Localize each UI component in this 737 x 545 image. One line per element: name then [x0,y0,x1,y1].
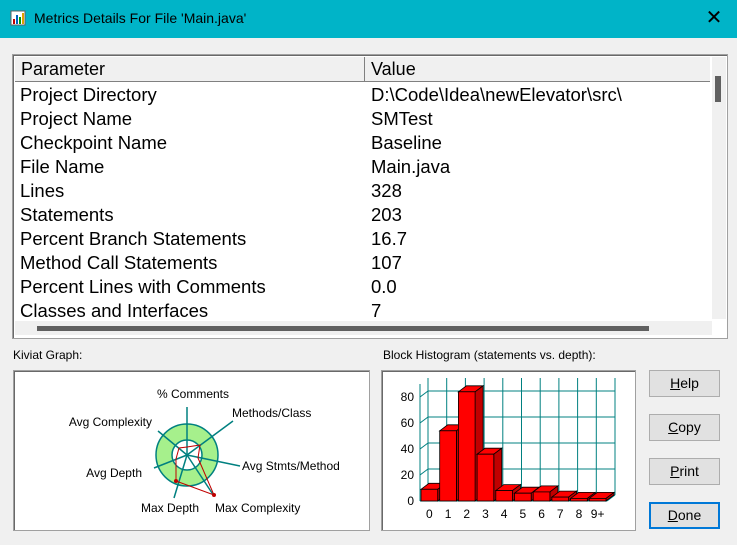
histogram-y-tick-label: 20 [401,468,415,482]
table-row[interactable]: Method Call Statements 107 [15,251,710,275]
table-row[interactable]: Percent Branch Statements 16.7 [15,227,710,251]
kiviat-axis-label: Avg Complexity [69,415,152,429]
horizontal-scroll-thumb[interactable] [37,326,649,331]
horizontal-scrollbar[interactable] [15,321,712,335]
histogram-y-tick-label: 40 [401,442,415,456]
histogram-bar [439,430,457,502]
histogram-x-tick-label: 9+ [591,507,605,521]
histogram-gridline [419,468,429,476]
table-header: Parameter Value [15,57,710,82]
row-value: D:\Code\Idea\newElevator\src\ [371,84,622,105]
histogram-x-tick-label: 8 [576,507,583,521]
histogram-bar [420,488,439,502]
histogram-x-tick-label: 7 [557,507,564,521]
histogram-bar [588,498,607,502]
row-parameter: Classes and Interfaces [20,300,209,321]
row-parameter: Percent Branch Statements [20,228,247,249]
histogram-x-tick-label: 4 [501,507,508,521]
histogram-y-tick-label: 60 [401,416,415,430]
table-row[interactable]: Lines 328 [15,179,710,203]
row-value: 7 [371,300,382,321]
row-value: 16.7 [371,228,408,249]
block-histogram-chart: 0204060800 1 2 3 4 5 6 7 8 9+ [401,378,616,521]
close-icon[interactable]: ✕ [691,0,737,38]
histogram-gridline [419,390,429,398]
histogram-x-tick-label: 0 [426,507,433,521]
row-parameter: Method Call Statements [20,252,218,273]
kiviat-axis-label: Max Depth [141,501,199,515]
vertical-scrollbar[interactable] [712,57,726,319]
metrics-table: Parameter Value Project Directory D:\Code… [12,54,728,339]
row-value: 107 [371,252,402,273]
table-row[interactable]: Checkpoint Name Baseline [15,131,710,155]
histogram-bar [458,391,476,502]
title-bar: Metrics Details For File 'Main.java' ✕ [0,0,737,38]
row-value: 203 [371,204,402,225]
row-parameter: Project Name [20,108,133,129]
window-title: Metrics Details For File 'Main.java' [34,10,247,26]
row-value: SMTest [371,108,433,129]
table-row[interactable]: Project Name SMTest [15,107,710,131]
vertical-scroll-thumb[interactable] [715,76,721,102]
histogram-label: Block Histogram (statements vs. depth): [383,348,596,362]
kiviat-axis-label: Avg Depth [86,466,142,480]
histogram-x-tick-label: 1 [445,507,452,521]
histogram-x-tick-label: 3 [482,507,489,521]
row-parameter: Statements [20,204,114,225]
table-row[interactable]: Percent Lines with Comments 0.0 [15,275,710,299]
histogram-bar [495,490,513,502]
table-row[interactable]: File Name Main.java [15,155,710,179]
done-button[interactable]: Done [649,502,720,529]
row-parameter: Lines [20,180,65,201]
row-value: Baseline [371,132,442,153]
kiviat-graph: % Comments Methods/Class Avg Stmts/Metho… [69,387,340,515]
kiviat-axis-label: Max Complexity [215,501,300,515]
histogram-y-tick-label: 0 [407,494,414,508]
histogram-bar [570,498,588,502]
row-parameter: Percent Lines with Comments [20,276,266,297]
kiviat-axis-label: % Comments [157,387,229,401]
metrics-app-icon [10,10,26,26]
column-header-parameter[interactable]: Parameter [15,57,365,81]
histogram-bar [476,453,495,502]
kiviat-axis-label: Methods/Class [232,406,311,420]
histogram-x-tick-label: 2 [463,507,470,521]
help-button[interactable]: Help [649,370,720,397]
table-row[interactable]: Classes and Interfaces 7 [15,299,710,323]
row-value: Main.java [371,156,451,177]
row-value: 0.0 [371,276,397,297]
histogram-panel: 0 20 40 60 80 0 1 2 3 4 5 6 7 8 9+ [381,370,636,531]
histogram-x-tick-label: 6 [538,507,545,521]
histogram-bar [551,496,569,502]
column-header-value[interactable]: Value [365,57,710,81]
kiviat-graph-label: Kiviat Graph: [13,348,83,362]
kiviat-graph-panel: % Comments Methods/Class Avg Stmts/Metho… [13,370,370,531]
row-parameter: Checkpoint Name [20,132,168,153]
histogram-bar [532,491,551,502]
table-row[interactable]: Project Directory D:\Code\Idea\newElevato… [15,83,710,107]
kiviat-axis-label: Avg Stmts/Method [242,459,340,473]
table-body: Project Directory D:\Code\Idea\newElevato… [15,83,710,323]
print-button[interactable]: Print [649,458,720,485]
histogram-x-tick-label: 5 [520,507,527,521]
histogram-gridline [419,416,429,424]
row-parameter: File Name [20,156,105,177]
kiviat-metric-point [174,479,178,483]
row-value: 328 [371,180,402,201]
histogram-y-tick-label: 80 [401,390,415,404]
row-parameter: Project Directory [20,84,157,105]
histogram-bar [514,492,532,502]
histogram-gridline [419,442,429,450]
copy-button[interactable]: Copy [649,414,720,441]
table-row[interactable]: Statements 203 [15,203,710,227]
kiviat-metric-point [212,493,216,497]
